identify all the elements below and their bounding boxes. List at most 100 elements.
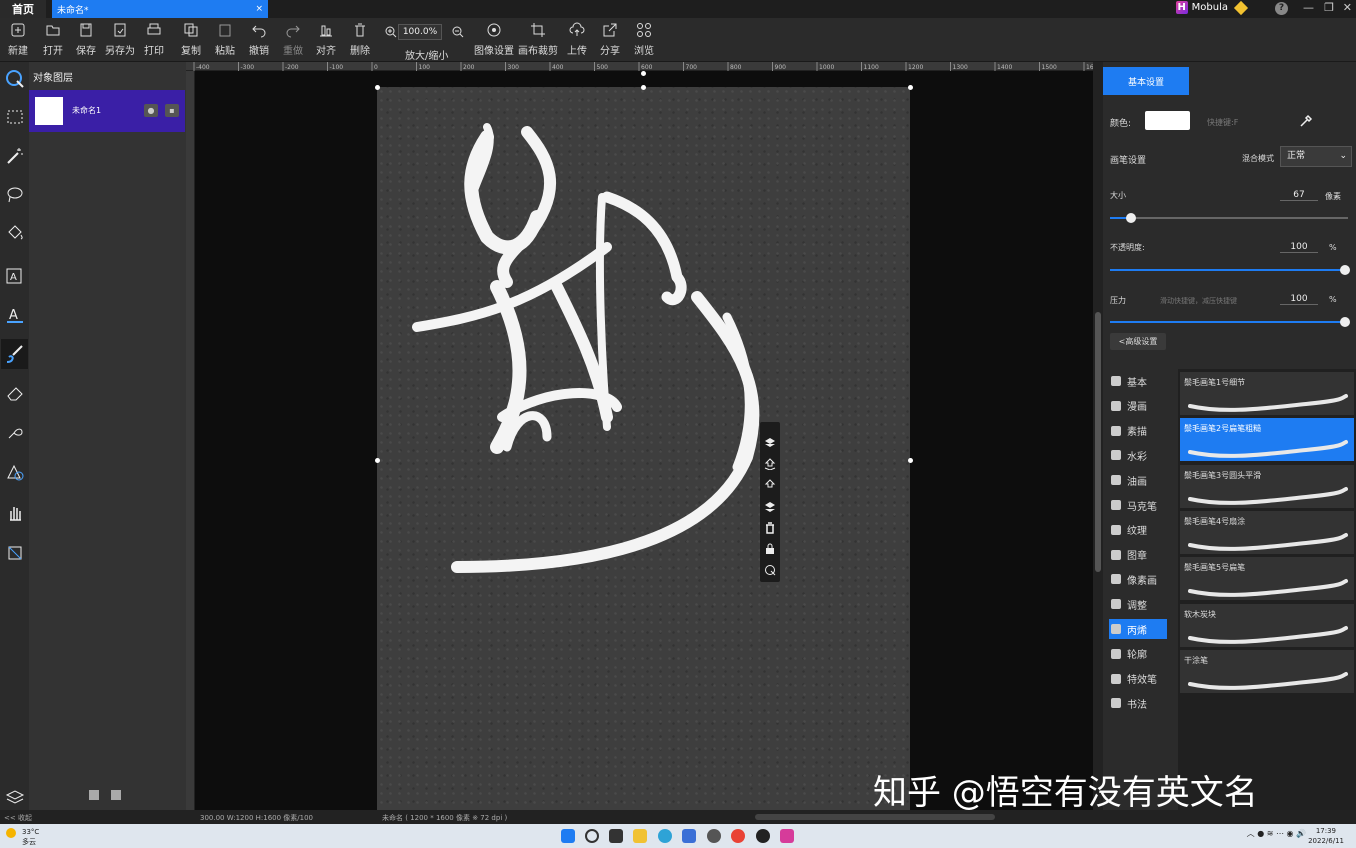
upload-button[interactable]: 上传 [567, 22, 587, 57]
print-button[interactable]: 打印 [144, 22, 164, 57]
tab-basic-settings[interactable]: 基本设置 [1103, 67, 1189, 95]
eyedropper-icon[interactable] [1299, 114, 1313, 128]
canvas-workspace[interactable] [195, 71, 1093, 810]
redo-button[interactable]: 重做 [283, 22, 303, 57]
mobula-app-icon[interactable] [780, 829, 794, 843]
layer-stack-icon[interactable] [764, 436, 776, 448]
brush-category-item[interactable]: 纹理 [1109, 520, 1167, 540]
brush-preset-item[interactable]: 软木炭块 [1180, 603, 1354, 647]
brush-preset-item[interactable]: 鬃毛画笔5号扁笔 [1180, 557, 1354, 601]
zoom-input[interactable]: 100.0% [398, 24, 442, 40]
advanced-settings-button[interactable]: <高级设置 [1110, 333, 1166, 350]
brush-preset-item[interactable]: 干涂笔 [1180, 649, 1354, 693]
fill-tool[interactable] [1, 218, 28, 248]
share-button[interactable]: 分享 [600, 22, 620, 57]
resize-handle[interactable] [375, 85, 380, 90]
canvas-crop-button[interactable]: 画布裁剪 [518, 22, 558, 57]
color-swatch[interactable] [1145, 111, 1190, 130]
vertical-scrollbar[interactable] [1093, 62, 1103, 810]
open-button[interactable]: 打开 [43, 22, 63, 57]
scrollbar-thumb[interactable] [1095, 312, 1101, 572]
add-layer-icon[interactable] [89, 790, 99, 800]
zoom-in-icon[interactable] [385, 26, 397, 38]
resize-handle[interactable] [641, 85, 646, 90]
brush-category-item[interactable]: 轮廓 [1109, 644, 1167, 664]
brush-category-item[interactable]: 漫画 [1109, 396, 1167, 416]
text-tool[interactable]: A [1, 300, 28, 330]
brush-category-item[interactable]: 基本 [1109, 371, 1167, 391]
send-to-back-icon[interactable] [764, 501, 776, 513]
help-icon[interactable]: ? [1275, 2, 1288, 15]
tab-document[interactable]: 未命名* × [52, 0, 268, 18]
brush-category-item[interactable]: 丙烯 [1109, 619, 1167, 639]
magic-wand-tool[interactable] [1, 141, 28, 171]
brush-category-item[interactable]: 像素画 [1109, 569, 1167, 589]
send-backward-icon[interactable] [764, 479, 776, 491]
dell-icon[interactable] [707, 829, 721, 843]
tray-icons[interactable]: ︿ ● ≋ ⋯ ◉ 🔊 [1247, 828, 1306, 839]
align-button[interactable]: 对齐 [316, 22, 336, 57]
weather-icon[interactable] [6, 828, 16, 838]
premium-diamond-icon[interactable] [1233, 0, 1249, 15]
opacity-slider-knob[interactable] [1340, 265, 1350, 275]
brush-category-item[interactable]: 特效笔 [1109, 669, 1167, 689]
bring-forward-icon[interactable] [764, 458, 776, 470]
visibility-eye-icon[interactable]: ● [144, 104, 158, 117]
marquee-tool[interactable] [1, 102, 28, 132]
trash-icon[interactable] [764, 522, 776, 534]
blend-mode-select[interactable]: 正常 ⌄ [1280, 146, 1352, 167]
store-icon[interactable] [682, 829, 696, 843]
ai-text-tool[interactable]: A [1, 260, 28, 290]
brush-category-item[interactable]: 书法 [1109, 693, 1167, 713]
shape-tool[interactable] [1, 457, 28, 487]
file-explorer-icon[interactable] [633, 829, 647, 843]
size-slider-knob[interactable] [1126, 213, 1136, 223]
delete-button[interactable]: 删除 [350, 22, 370, 57]
resize-handle[interactable] [375, 458, 380, 463]
zoom-out-icon[interactable] [452, 26, 464, 38]
lock-icon[interactable]: ▪ [165, 104, 179, 117]
brush-category-item[interactable]: 图章 [1109, 545, 1167, 565]
brush-preset-item[interactable]: 鬃毛画笔3号圆头平滑 [1180, 464, 1354, 508]
transform-tool[interactable] [1, 538, 28, 568]
minimize-button[interactable]: — [1303, 1, 1314, 14]
new-button[interactable]: 新建 [8, 22, 28, 57]
close-tab-icon[interactable]: × [255, 4, 263, 14]
hand-tool[interactable] [1, 498, 28, 528]
pressure-slider-knob[interactable] [1340, 317, 1350, 327]
layer-row[interactable]: 未命名1 ● ▪ [29, 90, 185, 132]
brush-category-item[interactable]: 调整 [1109, 594, 1167, 614]
windows-start-icon[interactable] [561, 829, 575, 843]
opacity-input[interactable]: 100 [1280, 242, 1318, 253]
edge-browser-icon[interactable] [658, 829, 672, 843]
brush-preset-item[interactable]: 鬃毛画笔4号扇涂 [1180, 510, 1354, 554]
tab-home[interactable]: 首页 [0, 0, 46, 18]
record-app-icon[interactable] [756, 829, 770, 843]
lock-icon[interactable] [764, 543, 776, 555]
close-window-button[interactable]: ✕ [1343, 1, 1352, 14]
chrome-icon[interactable] [731, 829, 745, 843]
pressure-slider[interactable] [1110, 317, 1350, 327]
size-slider[interactable] [1110, 213, 1348, 223]
save-as-button[interactable]: 另存为 [105, 22, 135, 57]
opacity-slider[interactable] [1110, 265, 1350, 275]
restore-button[interactable]: ❐ [1324, 1, 1334, 14]
brush-category-item[interactable]: 素描 [1109, 421, 1167, 441]
lasso-tool[interactable] [1, 180, 28, 210]
smudge-tool[interactable] [1, 417, 28, 447]
resize-handle[interactable] [908, 85, 913, 90]
layers-toggle[interactable] [1, 782, 28, 812]
search-icon[interactable] [585, 829, 599, 843]
collapse-layers-toggle[interactable]: << 收起 [4, 813, 32, 823]
select-tool[interactable] [1, 64, 28, 94]
save-button[interactable]: 保存 [76, 22, 96, 57]
horizontal-scrollbar[interactable] [755, 814, 995, 820]
task-view-icon[interactable] [609, 829, 623, 843]
resize-handle[interactable] [908, 458, 913, 463]
brush-tool[interactable] [1, 339, 28, 369]
delete-layer-icon[interactable] [111, 790, 121, 800]
rotate-handle[interactable] [641, 71, 646, 76]
brush-preset-item[interactable]: 鬃毛画笔1号细节 [1180, 372, 1354, 415]
image-settings-button[interactable]: 图像设置 [474, 22, 514, 57]
copy-button[interactable]: 复制 [181, 22, 201, 57]
